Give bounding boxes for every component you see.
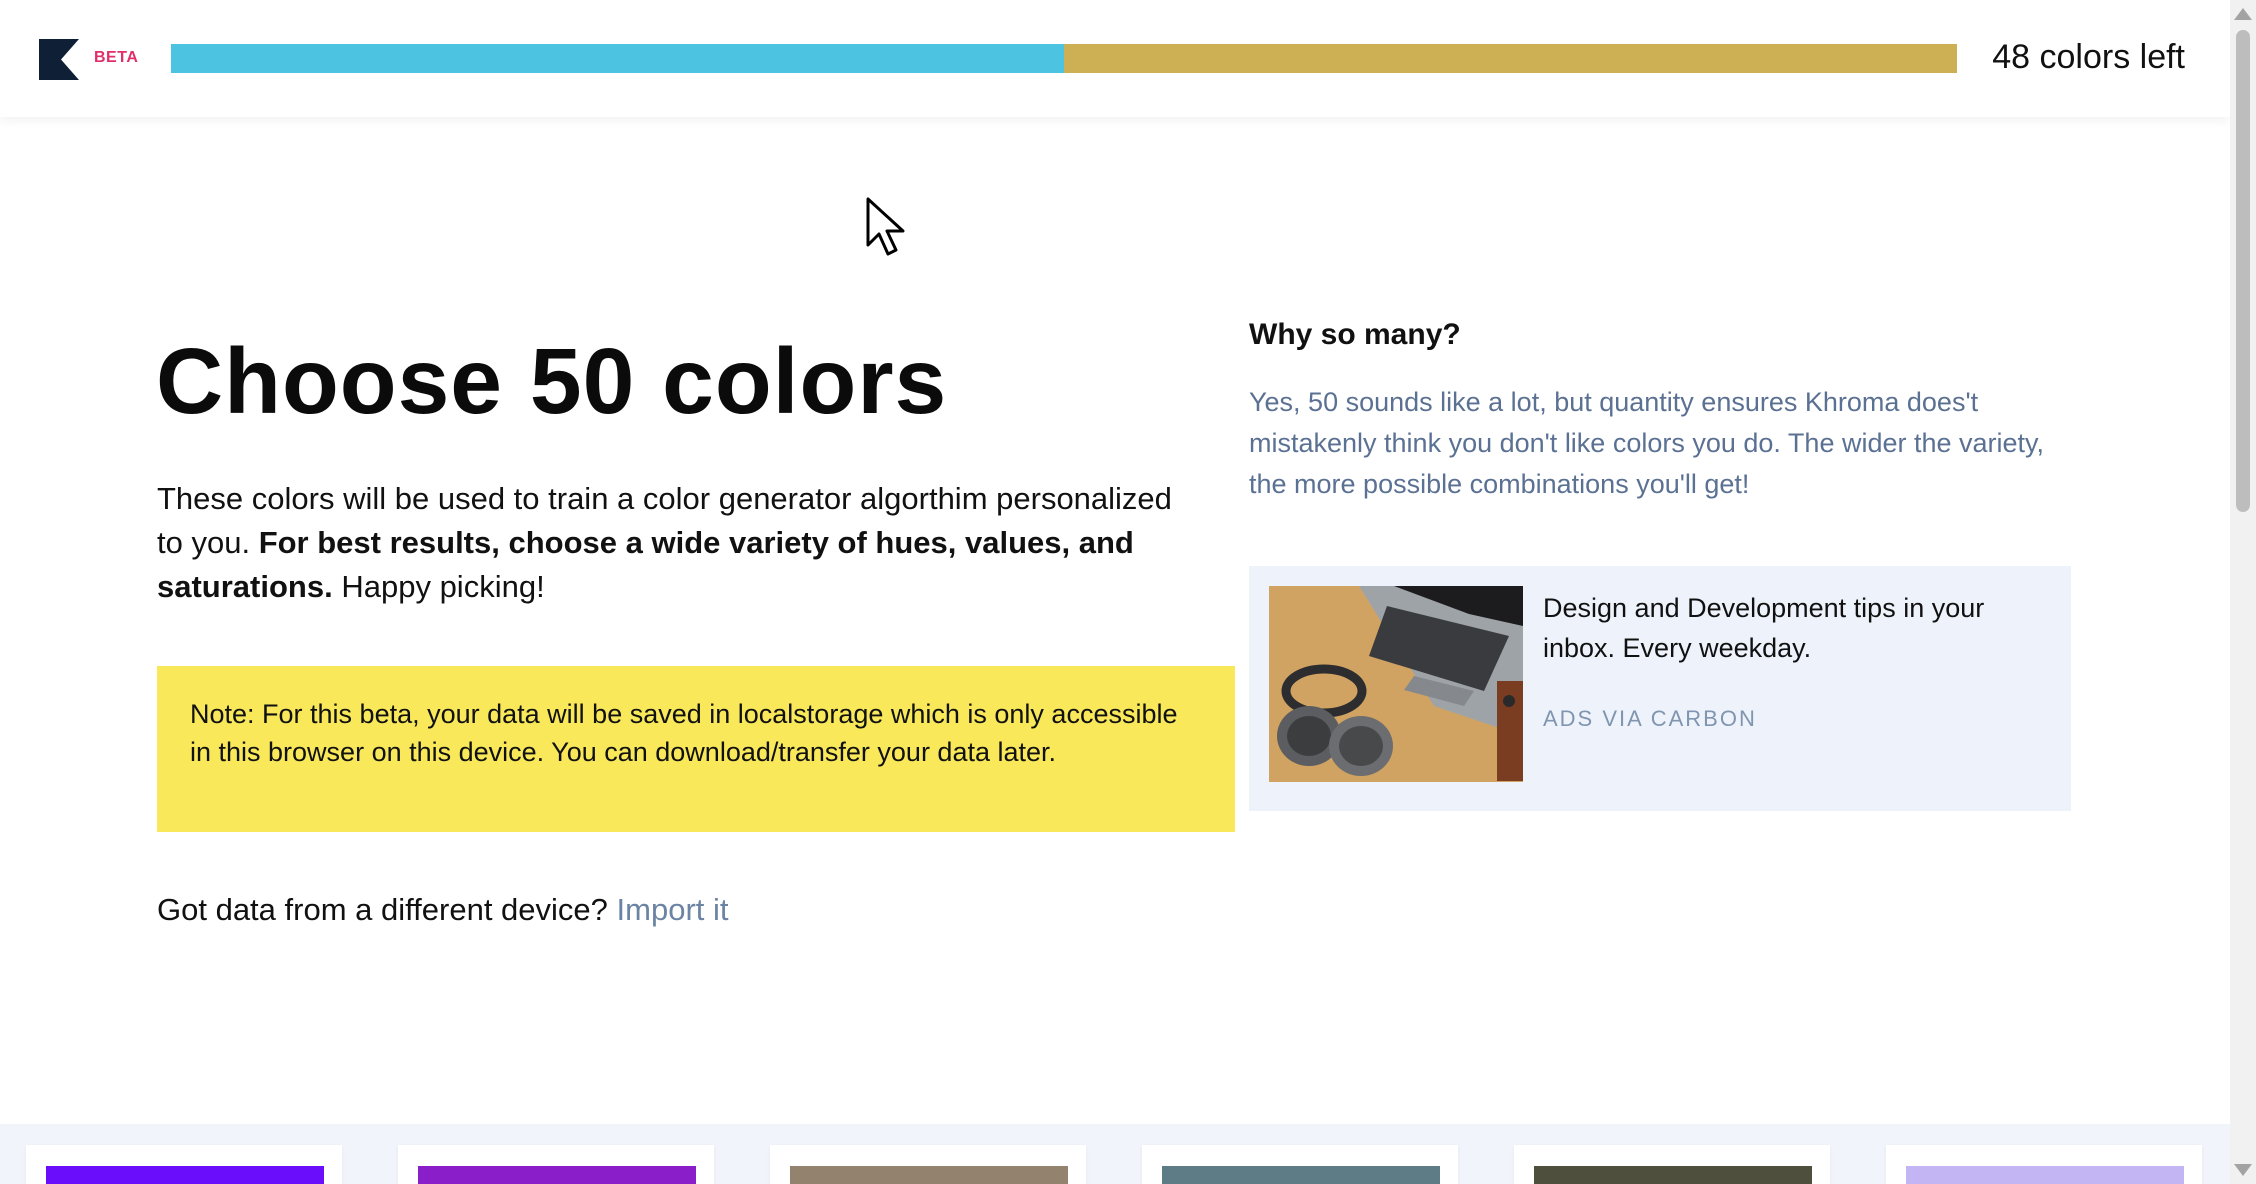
color-swatch[interactable] (418, 1166, 696, 1184)
page-title: Choose 50 colors (156, 329, 948, 433)
import-link[interactable]: Import it (617, 892, 729, 927)
scrollbar-thumb[interactable] (2236, 30, 2250, 512)
carbon-ad[interactable]: Design and Development tips in your inbo… (1249, 566, 2071, 811)
swatch-card[interactable] (770, 1145, 1086, 1184)
beta-note: Note: For this beta, your data will be s… (157, 666, 1235, 832)
swatch-grid (0, 1124, 2230, 1184)
khroma-logo-icon[interactable] (39, 39, 79, 80)
intro-text-end: Happy picking! (341, 569, 545, 604)
why-title: Why so many? (1249, 318, 1461, 351)
import-prompt: Got data from a different device? Import… (157, 892, 729, 928)
scroll-up-icon[interactable] (2234, 8, 2252, 20)
ad-text[interactable]: Design and Development tips in your inbo… (1543, 588, 2043, 668)
intro-text-bold: For best results, choose a wide variety … (157, 525, 1134, 604)
swatch-card[interactable] (398, 1145, 714, 1184)
mouse-cursor-icon (866, 197, 905, 256)
color-swatch[interactable] (790, 1166, 1068, 1184)
ad-image[interactable] (1269, 586, 1523, 782)
color-swatch[interactable] (1162, 1166, 1440, 1184)
top-bar: BETA 48 colors left (0, 0, 2230, 117)
progress-bar-fill (171, 44, 1064, 73)
color-swatch[interactable] (1906, 1166, 2184, 1184)
progress-bar (171, 44, 1957, 73)
swatch-card[interactable] (1514, 1145, 1830, 1184)
vertical-scrollbar[interactable] (2230, 0, 2256, 1184)
progress-bar-remaining (1064, 44, 1957, 73)
why-text: Yes, 50 sounds like a lot, but quantity … (1249, 387, 2045, 499)
import-prompt-text: Got data from a different device? (157, 892, 608, 927)
intro-text: These colors will be used to train a col… (157, 477, 1172, 609)
swatch-card[interactable] (1886, 1145, 2202, 1184)
scroll-down-icon[interactable] (2234, 1164, 2252, 1176)
color-swatch[interactable] (1534, 1166, 1812, 1184)
swatch-card[interactable] (1142, 1145, 1458, 1184)
ads-via-carbon-link[interactable]: ADS VIA CARBON (1543, 706, 1757, 732)
swatch-card[interactable] (26, 1145, 342, 1184)
colors-left-counter: 48 colors left (1992, 38, 2185, 76)
beta-badge: BETA (94, 49, 139, 66)
color-swatch[interactable] (46, 1166, 324, 1184)
